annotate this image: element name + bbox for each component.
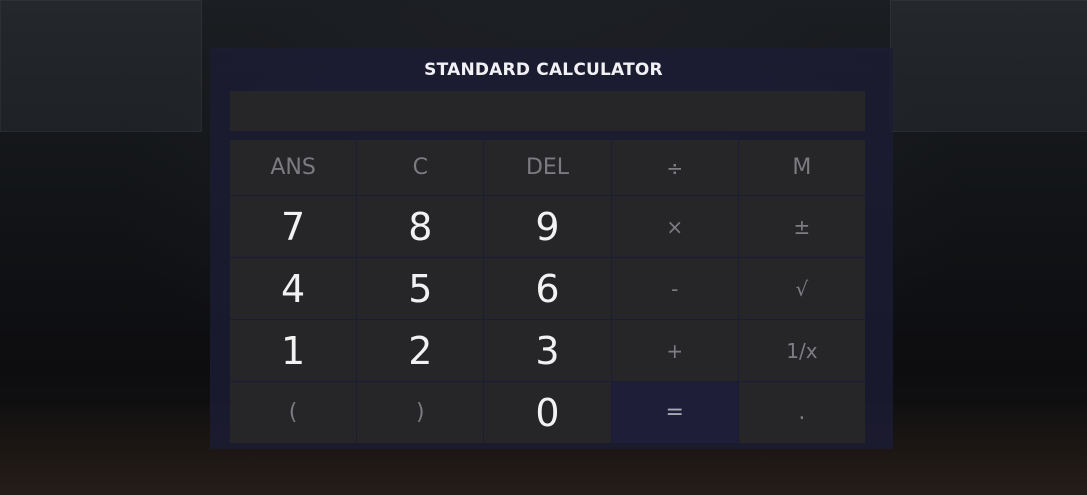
digit-6-button[interactable]: 6 [484, 258, 611, 319]
reciprocal-button[interactable]: 1/x [738, 320, 865, 381]
digit-9-button[interactable]: 9 [484, 196, 611, 257]
clear-button[interactable]: C [357, 140, 484, 195]
open-paren-button[interactable]: ( [230, 382, 357, 443]
plus-button[interactable]: + [611, 320, 738, 381]
multiply-button[interactable]: × [611, 196, 738, 257]
digit-3-button[interactable]: 3 [484, 320, 611, 381]
calculator-panel: ANS C DEL ÷ M 7 8 9 × ± 4 5 6 - √ 1 2 3 … [210, 48, 893, 449]
keypad: ANS C DEL ÷ M 7 8 9 × ± 4 5 6 - √ 1 2 3 … [230, 140, 865, 443]
minus-button[interactable]: - [611, 258, 738, 319]
decimal-button[interactable]: . [738, 382, 865, 443]
digit-0-button[interactable]: 0 [484, 382, 611, 443]
digit-1-button[interactable]: 1 [230, 320, 357, 381]
calculator-title: STANDARD CALCULATOR [424, 60, 663, 80]
equals-button[interactable]: = [611, 382, 738, 443]
delete-button[interactable]: DEL [484, 140, 611, 195]
memory-button[interactable]: M [738, 140, 865, 195]
digit-5-button[interactable]: 5 [357, 258, 484, 319]
plus-minus-button[interactable]: ± [738, 196, 865, 257]
calculator-display [230, 91, 865, 131]
ans-button[interactable]: ANS [230, 140, 357, 195]
digit-8-button[interactable]: 8 [357, 196, 484, 257]
divide-button[interactable]: ÷ [611, 140, 738, 195]
close-paren-button[interactable]: ) [357, 382, 484, 443]
digit-7-button[interactable]: 7 [230, 196, 357, 257]
digit-2-button[interactable]: 2 [357, 320, 484, 381]
digit-4-button[interactable]: 4 [230, 258, 357, 319]
square-root-button[interactable]: √ [738, 258, 865, 319]
